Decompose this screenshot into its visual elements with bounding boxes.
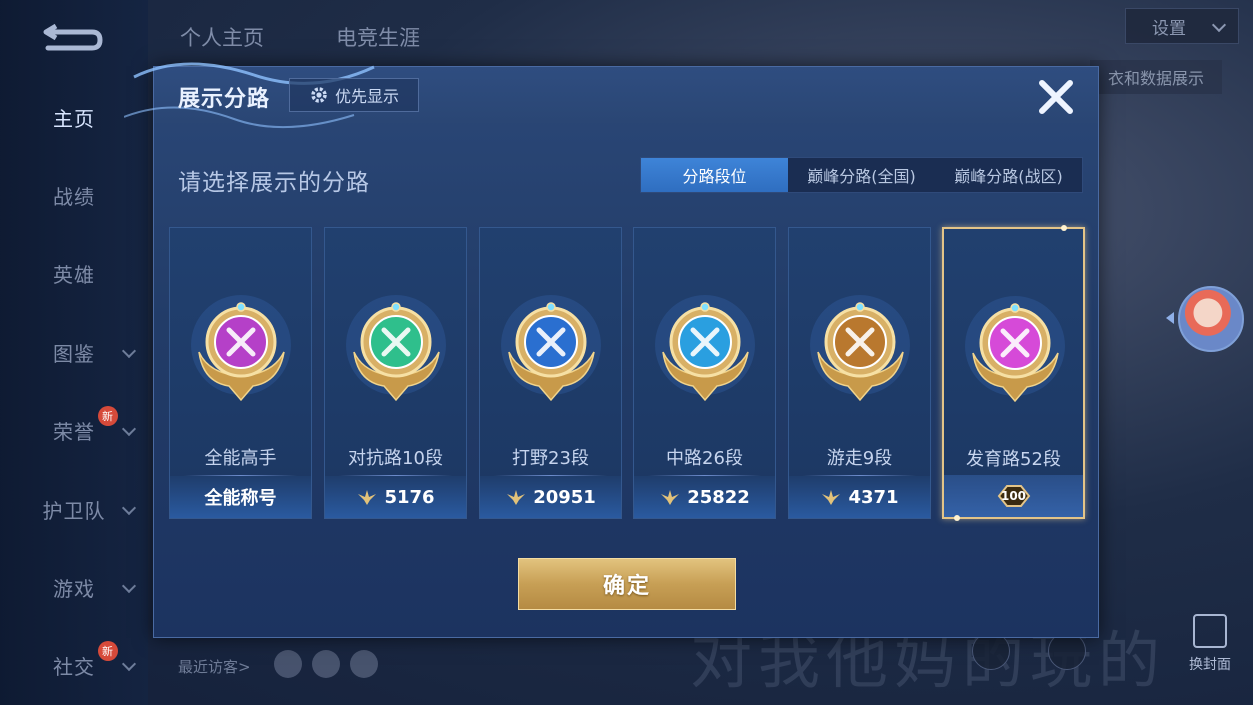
tab-lane-rank[interactable]: 分路段位 <box>641 158 788 192</box>
nav-item[interactable]: 图鉴 <box>0 332 148 372</box>
change-cover-button[interactable]: 换封面 <box>1182 614 1238 676</box>
close-icon[interactable] <box>1034 75 1078 119</box>
farm-lane-emblem-icon <box>965 296 1065 403</box>
tab-personal-home[interactable]: 个人主页 <box>180 22 264 52</box>
nav-item[interactable]: 荣誉新 <box>0 406 148 450</box>
roam-emblem-icon <box>810 295 910 402</box>
lane-rank-label: 发育路52段 <box>966 449 1061 470</box>
nav-item-label: 游戏 <box>53 576 95 601</box>
recent-visitors-link[interactable]: 最近访客> <box>178 656 251 677</box>
nav-item-label: 荣誉 <box>53 419 95 444</box>
tab-esports-career[interactable]: 电竞生涯 <box>336 22 420 52</box>
mid-lane-emblem-icon <box>655 295 755 402</box>
clash-lane-emblem-icon <box>346 295 446 402</box>
lane-card[interactable]: 对抗路10段 5176 <box>324 227 467 519</box>
lane-card-footer-text: 5176 <box>384 486 435 508</box>
settings-label: 设置 <box>1152 18 1186 39</box>
chevron-down-icon <box>121 343 137 359</box>
nav-item[interactable]: 主页 <box>0 97 148 137</box>
chevron-down-icon <box>121 656 137 672</box>
nav-item[interactable]: 英雄 <box>0 253 148 293</box>
lane-card-footer-text: 25822 <box>687 486 750 508</box>
nav-item-label: 图鉴 <box>53 341 95 366</box>
power-score-icon <box>661 490 680 505</box>
lane-rank-label: 打野23段 <box>512 448 589 469</box>
chevron-down-icon <box>1211 17 1227 33</box>
lane-rank-label: 全能高手 <box>204 448 277 469</box>
modal-title: 展示分路 <box>178 87 271 112</box>
rank-star-count: 100 <box>1000 489 1027 503</box>
lane-card-footer-text: 4371 <box>848 486 899 508</box>
jungle-emblem-icon <box>501 295 601 402</box>
lane-card[interactable]: 游走9段 4371 <box>788 227 931 519</box>
tab-peak-lane-region[interactable]: 巅峰分路(战区) <box>935 158 1082 192</box>
data-display-button[interactable]: 衣和数据展示 <box>1090 60 1222 94</box>
chevron-down-icon <box>121 500 137 516</box>
nav-item[interactable]: 战绩 <box>0 175 148 215</box>
lane-card-footer-text: 全能称号 <box>204 488 277 509</box>
lane-card-footer: 25822 <box>634 476 775 518</box>
settings-dropdown[interactable]: 设置 <box>1125 8 1239 44</box>
new-badge: 新 <box>98 406 118 426</box>
lane-card-footer: 100 <box>944 475 1083 517</box>
new-badge: 新 <box>98 641 118 661</box>
nav-item[interactable]: 护卫队 <box>0 489 148 529</box>
visitor-avatar[interactable] <box>274 650 302 678</box>
nav-item-label: 英雄 <box>53 262 95 287</box>
gear-icon <box>311 87 327 103</box>
nav-item[interactable]: 社交新 <box>0 641 148 685</box>
selection-corner-dot <box>1061 225 1067 231</box>
lane-card[interactable]: 中路26段 25822 <box>633 227 776 519</box>
change-cover-label: 换封面 <box>1189 657 1231 673</box>
allround-emblem-icon <box>191 295 291 402</box>
nav-item-label: 社交 <box>53 654 95 679</box>
nav-item-label: 主页 <box>53 106 95 131</box>
instruction-text: 请选择展示的分路 <box>178 170 370 196</box>
nav-item-label: 战绩 <box>53 184 95 209</box>
lane-rank-label: 游走9段 <box>826 448 893 469</box>
lane-card-footer-text: 20951 <box>533 486 596 508</box>
lane-card-footer: 全能称号 <box>170 476 311 518</box>
priority-label: 优先显示 <box>334 87 399 106</box>
lane-tabs: 分路段位 巅峰分路(全国) 巅峰分路(战区) <box>640 157 1083 193</box>
nav-item[interactable]: 游戏 <box>0 567 148 607</box>
lane-display-modal: 展示分路 优先显示 请选择展示的分路 分路段位 巅峰分路(全国) 巅峰分路(战区… <box>124 62 1099 638</box>
visitor-avatar[interactable] <box>312 650 340 678</box>
chevron-down-icon <box>121 578 137 594</box>
rank-star-badge: 100 <box>993 483 1035 509</box>
confirm-button[interactable]: 确定 <box>518 558 736 610</box>
lane-card-list: 全能高手 全能称号 对抗路10段 5176 打野23段 20951 中路26段 25822 游走… <box>169 225 1085 521</box>
lane-rank-label: 中路26段 <box>666 448 743 469</box>
chevron-down-icon <box>121 421 137 437</box>
priority-display-button[interactable]: 优先显示 <box>289 78 419 112</box>
lane-card[interactable]: 发育路52段 100 <box>942 225 1085 521</box>
avatar[interactable] <box>1178 286 1244 352</box>
selection-corner-dot <box>954 515 960 521</box>
lane-card[interactable]: 全能高手 全能称号 <box>169 227 312 519</box>
lane-card[interactable]: 打野23段 20951 <box>479 227 622 519</box>
back-arrow-icon[interactable] <box>38 22 104 58</box>
nav-item-label: 护卫队 <box>42 498 106 523</box>
power-score-icon <box>358 490 377 505</box>
left-nav: 主页 战绩 英雄 图鉴 荣誉新护卫队 游戏 社交新 <box>0 0 148 705</box>
cover-icon <box>1193 614 1227 648</box>
visitor-avatar[interactable] <box>350 650 378 678</box>
lane-card-footer: 20951 <box>480 476 621 518</box>
lane-card-footer: 4371 <box>789 476 930 518</box>
lane-rank-label: 对抗路10段 <box>348 448 443 469</box>
power-score-icon <box>822 490 841 505</box>
lane-card-footer: 5176 <box>325 476 466 518</box>
tab-peak-lane-national[interactable]: 巅峰分路(全国) <box>788 158 935 192</box>
power-score-icon <box>507 490 526 505</box>
left-arrow-icon[interactable] <box>1166 312 1174 324</box>
